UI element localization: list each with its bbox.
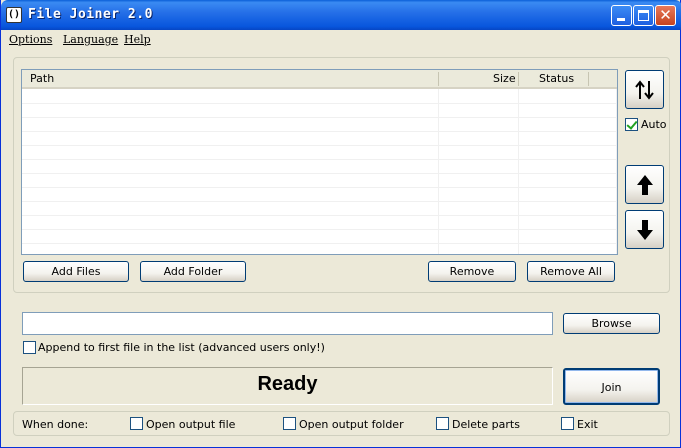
append-checkbox[interactable] — [23, 341, 36, 354]
sort-toggle-icon — [635, 80, 654, 100]
maximize-icon — [638, 10, 649, 21]
add-files-button[interactable]: Add Files — [23, 261, 129, 282]
menu-bar: Options Language Help — [2, 30, 680, 49]
grid-row-line — [22, 131, 617, 132]
grid-row-line — [22, 103, 617, 104]
append-label: Append to first file in the list (advanc… — [38, 341, 325, 354]
title-bar[interactable]: () File Joiner 2.0 ✕ — [1, 0, 681, 30]
move-up-button[interactable] — [625, 165, 664, 204]
exit-checkbox[interactable] — [561, 417, 574, 430]
list-header: Path Size Status — [22, 70, 617, 89]
auto-checkbox[interactable] — [625, 118, 638, 131]
arrow-down-icon — [637, 220, 653, 240]
sort-button[interactable] — [625, 70, 664, 109]
app-window: () File Joiner 2.0 ✕ Options Language He… — [0, 0, 681, 448]
grid-column-line — [438, 89, 439, 254]
remove-all-button[interactable]: Remove All — [527, 261, 615, 282]
grid-row-line — [22, 201, 617, 202]
grid-row-line — [22, 229, 617, 230]
maximize-button[interactable] — [633, 5, 654, 26]
column-separator[interactable] — [588, 72, 589, 86]
window-title: File Joiner 2.0 — [28, 7, 153, 22]
exit-label: Exit — [577, 418, 598, 431]
browse-button[interactable]: Browse — [563, 313, 660, 334]
grid-row-line — [22, 159, 617, 160]
app-icon[interactable]: () — [6, 7, 22, 23]
add-folder-button[interactable]: Add Folder — [140, 261, 246, 282]
menu-options[interactable]: Options — [9, 33, 52, 46]
move-down-button[interactable] — [625, 210, 664, 249]
grid-column-line — [518, 89, 519, 254]
menu-help[interactable]: Help — [124, 33, 151, 46]
open-output-file-checkbox[interactable] — [130, 417, 143, 430]
file-list[interactable]: Path Size Status — [21, 69, 618, 255]
arrow-up-icon — [637, 175, 653, 195]
remove-button[interactable]: Remove — [428, 261, 516, 282]
column-header-size[interactable]: Size — [493, 72, 516, 85]
grid-column-line — [616, 89, 617, 254]
delete-parts-label: Delete parts — [452, 418, 520, 431]
grid-row-line — [22, 117, 617, 118]
close-icon: ✕ — [659, 6, 672, 24]
grid-row-line — [22, 173, 617, 174]
join-button[interactable]: Join — [563, 368, 660, 405]
close-button[interactable]: ✕ — [655, 5, 676, 26]
grid-row-line — [22, 215, 617, 216]
grid-row-line — [22, 243, 617, 244]
status-box: Ready — [22, 367, 553, 405]
column-separator[interactable] — [438, 72, 439, 86]
auto-label: Auto — [641, 118, 667, 131]
status-text: Ready — [257, 373, 318, 395]
minimize-icon — [617, 18, 625, 21]
column-header-path[interactable]: Path — [30, 72, 54, 85]
delete-parts-checkbox[interactable] — [436, 417, 449, 430]
minimize-button[interactable] — [611, 5, 632, 26]
grid-row-line — [22, 187, 617, 188]
open-output-folder-label: Open output folder — [299, 418, 404, 431]
when-done-label: When done: — [22, 418, 89, 431]
column-separator[interactable] — [518, 72, 519, 86]
column-header-status[interactable]: Status — [539, 72, 574, 85]
menu-language[interactable]: Language — [63, 33, 118, 46]
open-output-folder-checkbox[interactable] — [283, 417, 296, 430]
grid-row-line — [22, 145, 617, 146]
open-output-file-label: Open output file — [146, 418, 236, 431]
output-path-input[interactable] — [22, 312, 553, 335]
